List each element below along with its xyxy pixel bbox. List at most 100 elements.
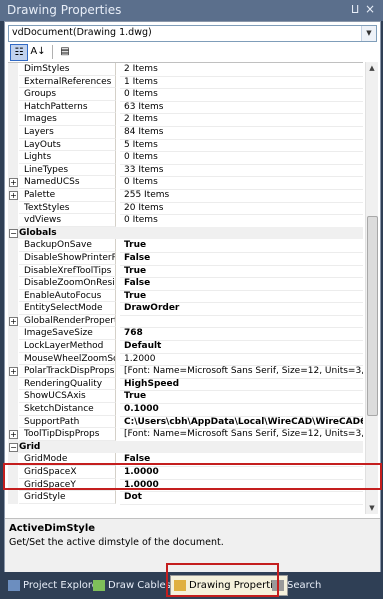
close-icon[interactable]: × — [365, 2, 375, 16]
property-row[interactable]: DisableShowPrinterPaper False — [8, 251, 363, 266]
property-value[interactable]: False — [120, 252, 363, 266]
categorized-view-icon[interactable]: ☷ — [10, 44, 28, 61]
property-value[interactable]: 0.1000 — [120, 403, 363, 417]
property-name: Palette — [19, 188, 116, 202]
row-gutter — [8, 125, 18, 139]
property-value[interactable]: [Font: Name=Microsoft Sans Serif, Size=1… — [120, 365, 363, 379]
property-row[interactable]: GridStyle Dot — [8, 491, 363, 505]
property-row[interactable]: GridSpaceY 1.0000 — [8, 478, 363, 493]
property-row[interactable]: DisableZoomOnResize False — [8, 277, 363, 291]
pin-icon[interactable]: ⨿ — [351, 3, 359, 17]
property-row[interactable]: Lights 0 Items — [8, 151, 363, 165]
property-value[interactable]: 768 — [120, 327, 363, 342]
scroll-up-icon[interactable]: ▲ — [366, 62, 378, 74]
collapse-icon[interactable]: − — [9, 228, 18, 238]
expand-icon[interactable]: + — [9, 190, 18, 200]
property-name: SupportPath — [19, 415, 116, 429]
property-row[interactable]: LayOuts 5 Items — [8, 138, 363, 153]
property-value[interactable]: 0 Items — [120, 214, 363, 228]
category-row[interactable]: − Globals — [8, 226, 363, 240]
property-row[interactable]: SketchDistance 0.1000 — [8, 403, 363, 417]
property-value[interactable]: C:\Users\cbh\AppData\Local\WireCAD\WireC… — [120, 416, 363, 430]
property-value[interactable]: DrawOrder — [120, 302, 363, 316]
property-value[interactable]: True — [120, 239, 363, 253]
property-row[interactable]: vdViews 0 Items — [8, 214, 363, 228]
property-value[interactable]: [Font: Name=Microsoft Sans Serif, Size=1… — [120, 428, 363, 442]
property-row[interactable]: EnableAutoFocus True — [8, 289, 363, 304]
property-value[interactable]: Dot — [120, 491, 363, 505]
property-grid[interactable]: DimStyles 2 Items ExternalReferences 1 Item… — [8, 62, 363, 515]
property-value[interactable]: False — [120, 277, 363, 291]
property-row[interactable]: + Palette 255 Items — [8, 188, 363, 203]
property-row[interactable]: EntitySelectMode DrawOrder — [8, 302, 363, 316]
property-row[interactable]: +GlobalRenderProperties — [8, 314, 363, 329]
property-value[interactable]: 1.2000 — [120, 353, 363, 367]
property-pages-icon[interactable]: ▤ — [57, 44, 73, 59]
scroll-down-icon[interactable]: ▼ — [366, 502, 378, 514]
tab-draw-cables[interactable]: Draw Cables — [93, 578, 171, 594]
expand-icon[interactable]: + — [9, 367, 18, 377]
property-row[interactable]: SupportPath C:\Users\cbh\AppData\Local\Wi… — [8, 415, 363, 430]
property-row[interactable]: + NamedUCSs 0 Items — [8, 176, 363, 190]
property-value[interactable]: 63 Items — [120, 101, 363, 115]
property-row[interactable]: GridSpaceX 1.0000 — [8, 466, 363, 480]
alphabetical-sort-icon[interactable]: A↓ — [30, 44, 46, 59]
collapse-icon[interactable]: − — [9, 442, 18, 452]
property-value[interactable]: 0 Items — [120, 151, 363, 165]
property-value[interactable] — [120, 315, 363, 329]
property-row[interactable]: MouseWheelZoomScale 1.2000 — [8, 352, 363, 367]
property-row[interactable]: GridMode False — [8, 453, 363, 467]
property-value[interactable]: 20 Items — [120, 202, 363, 216]
chevron-down-icon[interactable]: ▼ — [361, 26, 376, 41]
property-row[interactable]: TextStyles 20 Items — [8, 201, 363, 216]
search-icon — [272, 579, 284, 591]
property-value[interactable]: 0 Items — [120, 88, 363, 102]
property-value[interactable]: 0 Items — [120, 176, 363, 190]
property-row[interactable]: DisableXrefToolTips True — [8, 264, 363, 279]
property-row[interactable]: LineTypes 33 Items — [8, 163, 363, 178]
property-row[interactable]: Groups 0 Items — [8, 88, 363, 102]
property-value[interactable]: HighSpeed — [120, 378, 363, 392]
expand-icon[interactable]: + — [9, 430, 18, 440]
grid-scrollbar[interactable]: ▲ ▼ — [365, 62, 378, 514]
row-gutter — [8, 302, 18, 315]
tab-project-explorer[interactable]: Project Explorer — [8, 578, 102, 594]
property-value[interactable]: 1 Items — [120, 76, 363, 90]
property-value[interactable]: True — [120, 265, 363, 279]
scrollbar-thumb[interactable] — [367, 216, 378, 416]
expand-icon[interactable]: + — [9, 178, 18, 188]
row-gutter — [8, 289, 18, 303]
property-row[interactable]: ShowUCSAxis True — [8, 390, 363, 405]
object-selector[interactable]: vdDocument(Drawing 1.dwg) ▼ — [8, 25, 377, 42]
property-value[interactable]: Default — [120, 340, 363, 354]
property-value[interactable]: True — [120, 290, 363, 304]
window-title-bar: Drawing Properties ⨿ × — [0, 0, 383, 21]
property-row[interactable]: BackupOnSave True — [8, 239, 363, 253]
property-name: ShowUCSAxis — [19, 390, 116, 404]
property-value[interactable]: 33 Items — [120, 164, 363, 178]
property-row[interactable]: + ToolTipDispProps [Font: Name=Microsoft S… — [8, 428, 363, 442]
property-row[interactable]: DimStyles 2 Items — [8, 63, 363, 77]
property-value[interactable]: 1.0000 — [120, 479, 363, 493]
property-row[interactable]: LockLayerMethod Default — [8, 340, 363, 354]
expand-icon[interactable]: + — [9, 316, 18, 326]
property-value[interactable]: 255 Items — [120, 189, 363, 203]
property-value[interactable]: False — [120, 453, 363, 467]
property-value[interactable]: 84 Items — [120, 126, 363, 140]
property-row[interactable]: + PolarTrackDispProps [Font: Name=Microsof… — [8, 365, 363, 379]
property-value[interactable]: 5 Items — [120, 139, 363, 153]
property-row[interactable]: ImageSaveSize 768 — [8, 327, 363, 342]
tab-drawing-properties[interactable]: Drawing Properties — [170, 575, 289, 596]
property-row[interactable]: ExternalReferences 1 Items — [8, 75, 363, 90]
tab-search[interactable]: Search — [272, 578, 321, 594]
category-row[interactable]: − Grid — [8, 440, 363, 454]
property-row[interactable]: Images 2 Items — [8, 113, 363, 127]
property-row[interactable]: RenderingQuality HighSpeed — [8, 377, 363, 392]
property-value[interactable]: True — [120, 390, 363, 405]
property-value[interactable]: 2 Items — [120, 113, 363, 127]
property-value[interactable]: 2 Items — [120, 63, 363, 77]
property-row[interactable]: Layers 84 Items — [8, 125, 363, 140]
property-value[interactable]: 1.0000 — [120, 466, 363, 480]
property-row[interactable]: HatchPatterns 63 Items — [8, 100, 363, 115]
row-gutter — [8, 390, 18, 404]
